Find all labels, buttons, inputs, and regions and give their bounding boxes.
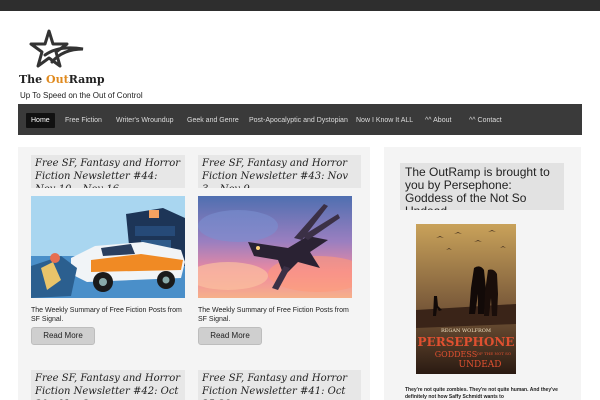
book-subtitle-3: UNDEAD <box>459 360 502 370</box>
read-more-button[interactable]: Read More <box>31 327 95 345</box>
post-excerpt: The Weekly Summary of Free Fiction Posts… <box>31 307 182 323</box>
nav-home[interactable]: Home <box>26 113 55 128</box>
book-cover[interactable]: REGAN WOLFROM PERSEPHONE GODDESS OF THE … <box>416 224 516 374</box>
widget-title: The OutRamp is brought to you by Perseph… <box>400 163 564 210</box>
site-tagline: Up To Speed on the Out of Control <box>20 91 143 100</box>
book-subtitle-1: GODDESS <box>435 350 477 359</box>
post-title[interactable]: Free SF, Fantasy and Horror Fiction News… <box>198 370 361 400</box>
nav-contact[interactable]: ^^ Contact <box>469 114 502 127</box>
book-subtitle-2: OF THE NOT SO <box>477 351 512 356</box>
nav-free-fiction[interactable]: Free Fiction <box>65 114 102 127</box>
top-bar <box>0 0 600 11</box>
logo-text: The OutRamp <box>19 73 105 86</box>
post-title[interactable]: Free SF, Fantasy and Horror Fiction News… <box>31 155 185 188</box>
post-thumbnail[interactable] <box>198 196 352 298</box>
book-title: PERSEPHONE <box>418 335 515 349</box>
main-nav: Home Free Fiction Writer's Wroundup Geek… <box>18 104 582 135</box>
post-excerpt: The Weekly Summary of Free Fiction Posts… <box>198 307 349 323</box>
nav-now-i-know-it-all[interactable]: Now I Know It ALL <box>356 114 413 127</box>
read-more-button[interactable]: Read More <box>198 327 262 345</box>
nav-writers-wroundup[interactable]: Writer's Wroundup <box>116 114 174 127</box>
nav-post-apocalyptic[interactable]: Post-Apocalyptic and Dystopian <box>249 114 348 127</box>
star-icon <box>29 29 84 68</box>
post-thumbnail[interactable] <box>31 196 185 298</box>
nav-about[interactable]: ^^ About <box>425 114 451 127</box>
post-title[interactable]: Free SF, Fantasy and Horror Fiction News… <box>198 155 361 188</box>
book-author: REGAN WOLFROM <box>441 328 491 334</box>
widget-text: They're not quite zombies. They're not q… <box>405 387 558 400</box>
nav-geek-and-genre[interactable]: Geek and Genre <box>187 114 239 127</box>
site-logo[interactable]: The OutRamp <box>19 29 105 89</box>
post-title[interactable]: Free SF, Fantasy and Horror Fiction News… <box>31 370 185 400</box>
